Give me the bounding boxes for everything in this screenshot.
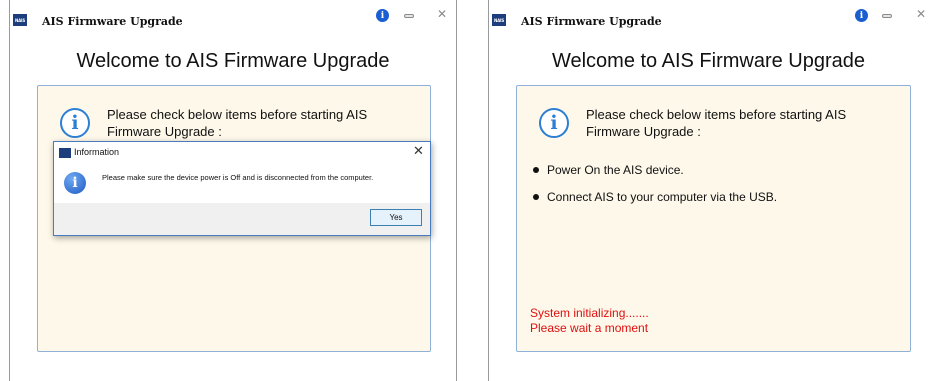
yes-button[interactable]: Yes [370,209,422,226]
dialog-title: Information [74,147,120,157]
info-icon: i [539,108,569,138]
welcome-heading: Welcome to AIS Firmware Upgrade [76,50,390,72]
window-title: AIS Firmware Upgrade [42,15,183,28]
window-title: AIS Firmware Upgrade [521,15,662,28]
info-icon: i [60,108,90,138]
dialog-footer: Yes [54,203,430,235]
app-logo-icon [59,148,71,158]
status-text-initializing: System initializing....... [530,306,649,320]
firmware-upgrade-window-left: NAIS AIS Firmware Upgrade i ✕ Welcome to… [9,0,457,381]
checklist-intro: Please check below items before starting… [586,107,847,139]
title-bar[interactable]: NAIS AIS Firmware Upgrade i ✕ [489,0,928,40]
info-icon[interactable]: i [855,9,868,22]
list-item-text: Power On the AIS device. [547,163,684,177]
info-icon[interactable]: i [376,9,389,22]
status-text-wait: Please wait a moment [530,321,649,335]
list-item: Power On the AIS device. [533,163,684,177]
bullet-icon [533,166,539,173]
close-icon[interactable]: ✕ [413,145,424,158]
close-icon[interactable]: ✕ [437,8,447,20]
firmware-upgrade-window-right: NAIS AIS Firmware Upgrade i ✕ Welcome to… [488,0,928,381]
checklist-intro: Please check below items before starting… [107,107,368,139]
welcome-heading: Welcome to AIS Firmware Upgrade [551,50,866,72]
list-item-text: Connect AIS to your computer via the USB… [547,190,778,204]
minimize-icon[interactable] [882,14,892,18]
checklist-panel: i Please check below items before starti… [516,85,911,352]
app-logo-icon: NAIS [13,14,27,26]
title-bar[interactable]: NAIS AIS Firmware Upgrade i ✕ [10,0,456,40]
minimize-icon[interactable] [404,14,414,18]
dialog-title-bar[interactable]: Information ✕ [54,142,430,164]
bullet-icon [533,193,539,200]
app-logo-icon: NAIS [492,14,506,26]
information-dialog: Information ✕ i Please make sure the dev… [53,141,431,236]
info-icon: i [64,172,86,194]
dialog-message: Please make sure the device power is Off… [102,173,374,182]
close-icon[interactable]: ✕ [916,8,926,20]
list-item: Connect AIS to your computer via the USB… [533,190,777,204]
